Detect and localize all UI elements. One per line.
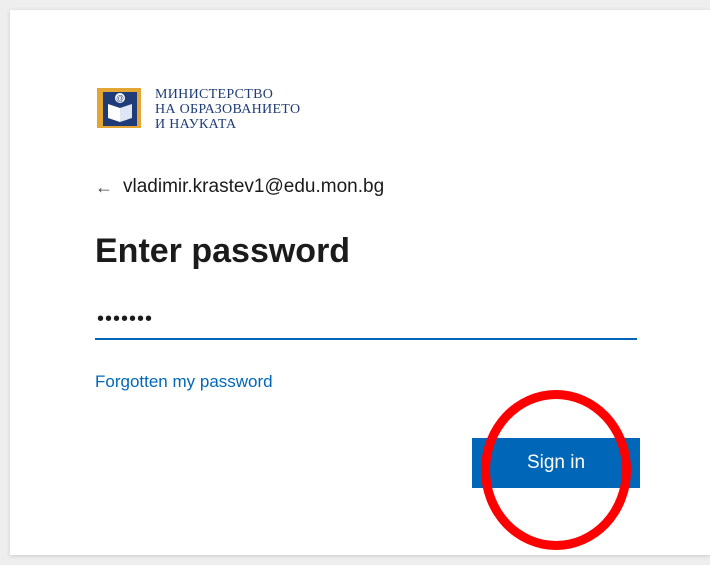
password-field[interactable] [95, 300, 637, 340]
ministry-logo: @ МИНИСТЕРСТВО НА ОБРАЗОВАНИЕТО И НАУКАТ… [95, 86, 300, 132]
sign-in-card: @ МИНИСТЕРСТВО НА ОБРАЗОВАНИЕТО И НАУКАТ… [10, 10, 710, 555]
logo-line-1: МИНИСТЕРСТВО [155, 86, 274, 102]
account-email: vladimir.krastev1@edu.mon.bg [123, 176, 385, 197]
emblem-at-sign: @ [116, 94, 124, 103]
logo-line-3: И НАУКАТА [155, 116, 237, 132]
logo-line-2: НА ОБРАЗОВАНИЕТО [155, 101, 301, 117]
forgot-password-link[interactable]: Forgotten my password [95, 372, 273, 392]
ministry-emblem-icon: @ [95, 86, 147, 132]
back-arrow-icon[interactable]: ← [95, 177, 113, 198]
ministry-name: МИНИСТЕРСТВО НА ОБРАЗОВАНИЕТО И НАУКАТА [155, 87, 300, 132]
page-title: Enter password [95, 232, 351, 270]
account-identity: ← vladimir.krastev1@edu.mon.bg [95, 176, 384, 198]
sign-in-button[interactable]: Sign in [472, 438, 640, 488]
